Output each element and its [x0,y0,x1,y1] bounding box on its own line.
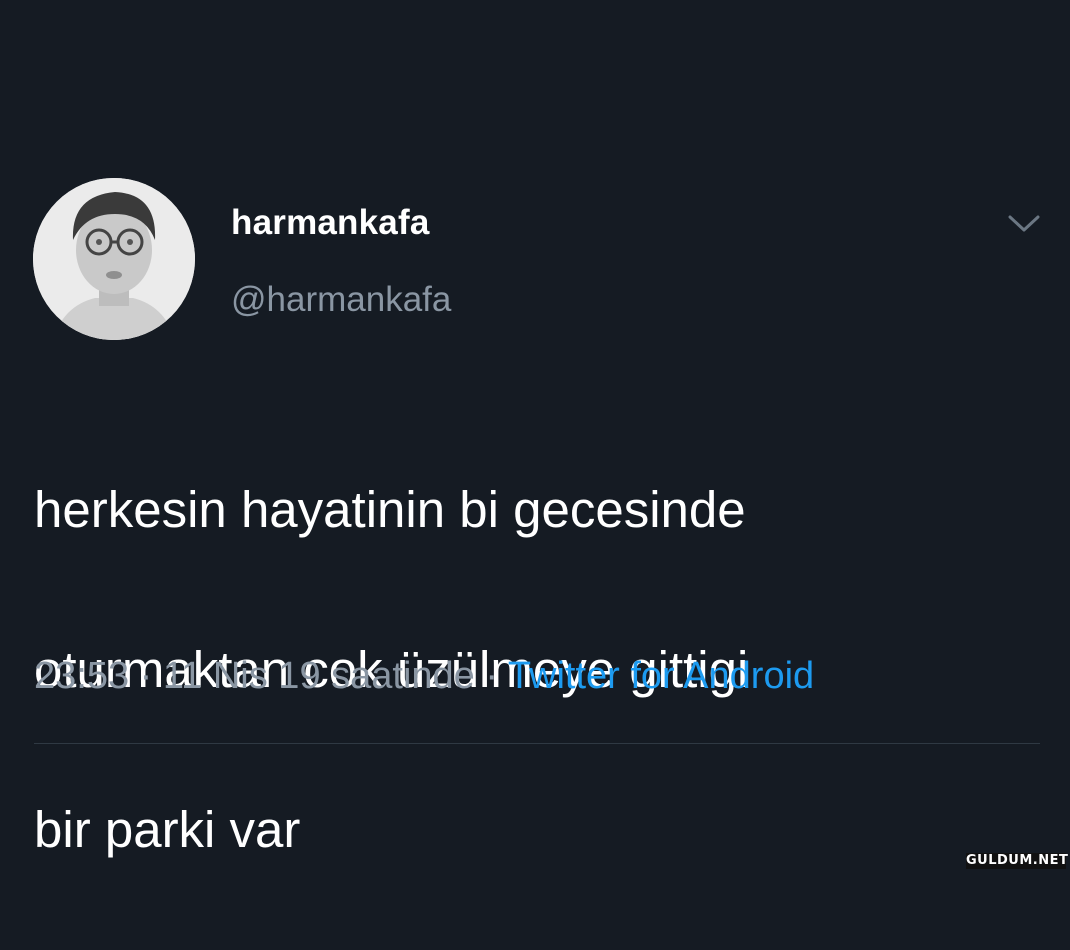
tweet-timestamp[interactable]: 23:53 · 11 Nis 19 saatinde [34,655,475,697]
tweet-text-line: bir parki var [34,801,301,858]
divider [34,743,1040,744]
tweet-source-link[interactable]: Twitter for Android [508,655,814,697]
tweet-text-line: herkesin hayatinin bi gecesinde [34,481,746,538]
meta-separator: · [474,655,508,697]
chevron-down-icon[interactable] [1004,208,1044,238]
display-name[interactable]: harmankafa [231,203,429,243]
tweet-card: harmankafa @harmankafa herkesin hayatini… [0,0,1070,872]
tweet-meta: 23:53 · 11 Nis 19 saatinde · Twitter for… [34,655,814,698]
user-handle[interactable]: @harmankafa [231,280,451,320]
avatar[interactable] [33,178,195,340]
avatar-image [33,178,195,340]
watermark-logo: GULDUM.NET [966,853,1069,869]
